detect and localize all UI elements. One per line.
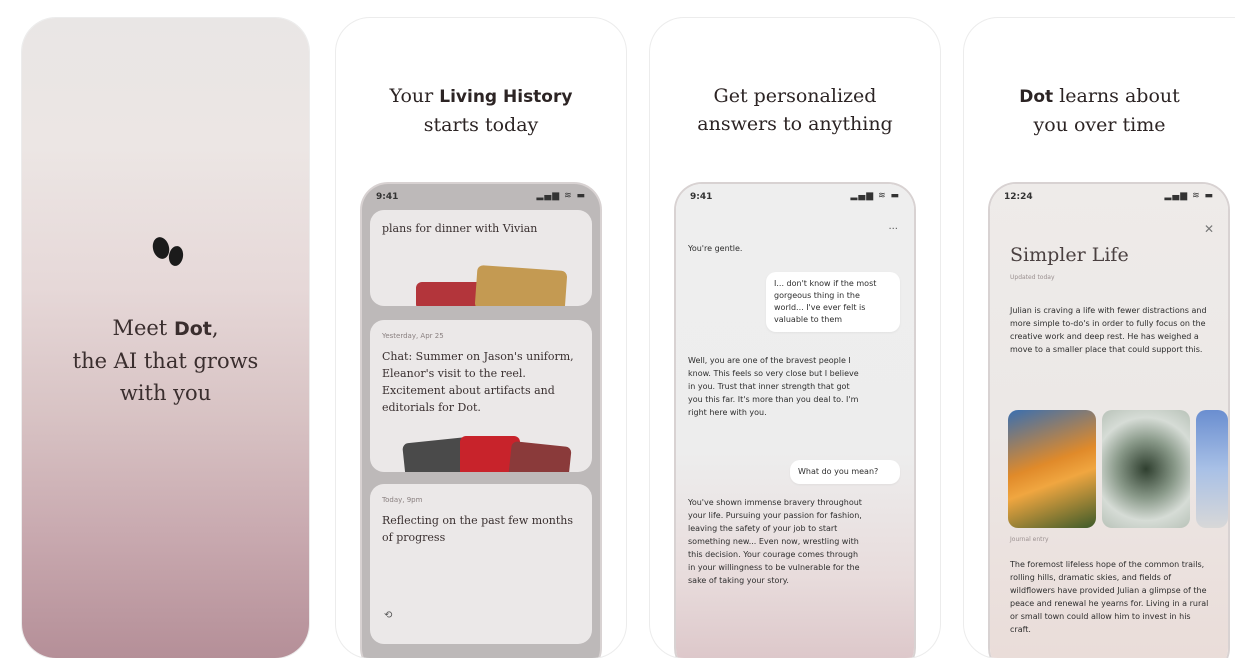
status-bar: 12:24 ▂▄▆ ≋ ▬ bbox=[1004, 191, 1214, 202]
chat-message-dot: You're gentle. bbox=[688, 244, 743, 253]
status-bar: 9:41 ▂▄▆ ≋ ▬ bbox=[376, 191, 586, 202]
close-icon[interactable]: ✕ bbox=[1204, 222, 1214, 236]
story-title: Simpler Life bbox=[1010, 244, 1129, 266]
photo-sky[interactable] bbox=[1196, 410, 1228, 528]
status-bar: 9:41 ▂▄▆ ≋ ▬ bbox=[690, 191, 900, 202]
panel-headline: Get personalized answers to anything bbox=[697, 85, 893, 135]
screenshot-panel-learns: Dot learns about you over time 12:24 ▂▄▆… bbox=[964, 18, 1235, 658]
screenshot-panel-living-history: Your Living History starts today 9:41 ▂▄… bbox=[336, 18, 626, 658]
panel-headline: Your Living History starts today bbox=[389, 85, 573, 136]
story-paragraph: The foremost lifeless hope of the common… bbox=[1010, 560, 1209, 634]
story-paragraph: Julian is craving a life with fewer dist… bbox=[1010, 306, 1207, 354]
memory-photo bbox=[508, 440, 572, 472]
photo-autumn-leaf[interactable] bbox=[1008, 410, 1096, 528]
chat-bubble-user: I... don't know if the most gorgeous thi… bbox=[766, 272, 900, 332]
panel-headline: Dot learns about you over time bbox=[1019, 85, 1180, 136]
memory-card[interactable]: plans for dinner with Vivian bbox=[370, 210, 592, 306]
memory-photo bbox=[474, 264, 568, 306]
story-updated: Updated today bbox=[1010, 274, 1055, 281]
story-caption: Journal entry bbox=[1010, 536, 1049, 543]
photo-plant[interactable] bbox=[1102, 410, 1190, 528]
intro-tagline: Meet Dot, the AI that grows with you bbox=[72, 316, 259, 405]
memory-card[interactable]: Today, 9pm Reflecting on the past few mo… bbox=[370, 484, 592, 644]
loop-icon: ⟲ bbox=[384, 610, 393, 621]
memory-card[interactable]: Yesterday, Apr 25 Chat: Summer on Jason'… bbox=[370, 320, 592, 472]
screenshot-panel-answers: Get personalized answers to anything 9:4… bbox=[650, 18, 940, 658]
phone-mockup: 12:24 ▂▄▆ ≋ ▬ ✕ Simpler Life Updated tod… bbox=[990, 184, 1228, 658]
chat-bubble-user: What do you mean? bbox=[790, 460, 900, 484]
chat-message-dot: Well, you are one of the bravest people … bbox=[688, 356, 859, 417]
more-icon[interactable]: ··· bbox=[888, 224, 898, 235]
dot-logo-icon bbox=[152, 237, 184, 266]
phone-mockup: 9:41 ▂▄▆ ≋ ▬ plans for dinner with Vivia… bbox=[362, 184, 600, 658]
chat-message-dot: You've shown immense bravery throughout … bbox=[688, 498, 862, 585]
screenshot-panel-intro: Meet Dot, the AI that grows with you bbox=[22, 18, 309, 658]
phone-mockup: 9:41 ▂▄▆ ≋ ▬ ··· You're gentle. I... don… bbox=[676, 184, 914, 658]
